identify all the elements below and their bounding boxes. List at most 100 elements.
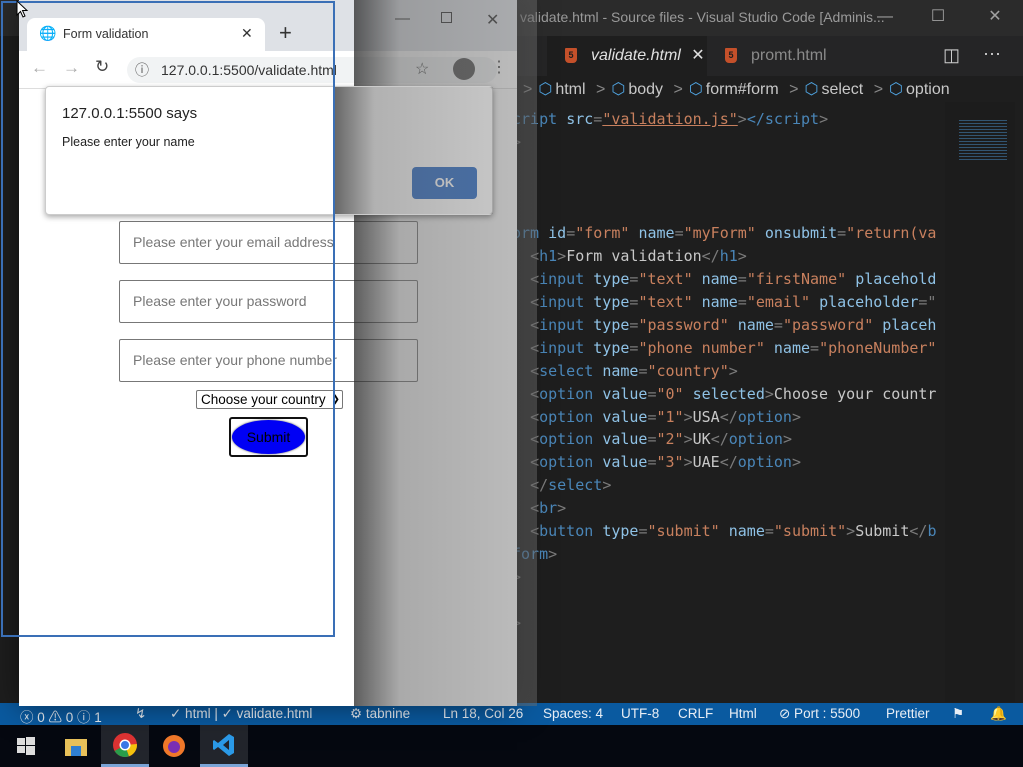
tab-label: promt.html xyxy=(751,47,827,64)
live-server-port[interactable]: ⊘ Port : 5500 xyxy=(779,706,860,722)
code-token: option xyxy=(737,453,792,472)
code-token: placeh xyxy=(882,316,937,335)
code-line: > xyxy=(512,612,942,635)
ok-button[interactable]: OK xyxy=(412,167,477,199)
html5-icon: 5 xyxy=(565,48,577,63)
code-token: </ xyxy=(701,247,720,266)
breadcrumb-item[interactable]: option xyxy=(906,81,950,98)
breadcrumb-item[interactable]: select xyxy=(821,81,863,98)
breadcrumb-item[interactable]: body xyxy=(628,81,663,98)
browser-tab[interactable]: 🌐 Form validation ✕ xyxy=(27,18,265,52)
dialog-message: Please enter your name xyxy=(62,135,195,149)
code-line: <option value="2">UK</option> xyxy=(512,428,942,451)
html-check-status[interactable]: ✓ html | ✓ validate.html xyxy=(170,706,312,722)
close-tab-icon[interactable]: ✕ xyxy=(241,25,253,42)
code-token: "1" xyxy=(656,407,684,426)
code-token: "return(va xyxy=(846,224,937,243)
code-token: type xyxy=(593,316,630,335)
code-token: name xyxy=(638,224,675,243)
info-icon[interactable]: ⓘ xyxy=(135,57,149,83)
close-tab-icon[interactable]: ✕ xyxy=(691,47,704,64)
language-mode[interactable]: Html xyxy=(729,706,757,721)
prettier-status[interactable]: Prettier xyxy=(886,706,930,721)
code-token: = xyxy=(647,453,657,472)
code-token: Form validation xyxy=(566,247,702,266)
problems-indicator[interactable]: ⓧ 0 ⚠ 0 ⓘ 1 xyxy=(20,706,102,726)
breadcrumb-item[interactable]: form#form xyxy=(706,81,779,98)
code-token: > xyxy=(557,499,567,518)
indentation[interactable]: Spaces: 4 xyxy=(543,706,603,721)
tab-title: Form validation xyxy=(63,27,149,41)
vscode-minimize-button[interactable]: — xyxy=(865,4,905,30)
code-token: > xyxy=(737,110,747,128)
code-token: = xyxy=(810,338,820,357)
code-line: <input type="text" name="firstName" plac… xyxy=(512,268,942,291)
code-token: input xyxy=(539,293,594,312)
code-token: type xyxy=(593,338,630,357)
reload-button[interactable]: ↻ xyxy=(95,57,109,77)
vscode-button[interactable] xyxy=(200,725,248,767)
code-token: "submit" xyxy=(773,522,847,541)
code-token: > xyxy=(791,453,801,472)
country-select-value: Choose your country xyxy=(201,392,326,407)
new-tab-button[interactable]: + xyxy=(279,22,292,44)
tab-validate-html[interactable]: 5 validate.html ✕ xyxy=(547,36,707,76)
code-line: <option value="0" selected>Choose your c… xyxy=(512,383,942,406)
vscode-maximize-button[interactable]: ☐ xyxy=(918,4,958,30)
submit-button[interactable]: Submit xyxy=(232,420,305,454)
code-token: </ xyxy=(719,453,738,472)
minimap[interactable] xyxy=(945,102,1015,702)
code-line: <input type="text" name="email" placehol… xyxy=(512,291,942,314)
country-select[interactable]: Choose your country ❯ xyxy=(196,390,343,409)
code-token: = xyxy=(773,316,783,335)
code-token: value xyxy=(602,407,648,426)
code-token: "password" xyxy=(638,316,738,335)
code-line: <h1>Form validation</h1> xyxy=(512,245,942,268)
file-explorer-button[interactable] xyxy=(52,725,100,767)
cursor-position[interactable]: Ln 18, Col 26 xyxy=(443,706,523,721)
code-token: option xyxy=(539,407,603,426)
code-token: option xyxy=(539,384,603,403)
code-token: type xyxy=(593,270,630,289)
code-token: placeholder xyxy=(819,293,919,312)
forward-button[interactable]: → xyxy=(63,58,80,78)
notifications-icon[interactable]: 🔔 xyxy=(990,706,1007,722)
code-token: "firstName" xyxy=(746,270,856,289)
tab-promt-html[interactable]: 5 promt.html xyxy=(707,36,857,76)
code-token: > xyxy=(683,430,693,449)
code-token: = xyxy=(647,407,657,426)
code-token: select xyxy=(539,361,603,380)
split-editor-icon[interactable]: ◫ xyxy=(943,45,960,66)
code-token: </script xyxy=(746,110,820,128)
start-button[interactable] xyxy=(2,725,50,767)
code-token: > xyxy=(557,247,567,266)
code-token: input xyxy=(539,338,594,357)
vscode-window-title: validate.html - Source files - Visual St… xyxy=(520,9,885,25)
code-token: > xyxy=(782,430,792,449)
code-line: <input type="password" name="password" p… xyxy=(512,314,942,337)
more-actions-icon[interactable]: ⋯ xyxy=(983,44,1001,65)
element-icon: ⬡ xyxy=(889,81,904,98)
feedback-icon[interactable]: ⚑ xyxy=(952,706,964,722)
code-editor[interactable]: cript src="validation.js"></script>> orm… xyxy=(512,108,942,634)
code-token: input xyxy=(539,270,594,289)
code-line: > xyxy=(512,566,942,589)
code-token: > xyxy=(819,110,829,128)
tabnine-status[interactable]: ⚙ tabnine xyxy=(350,706,410,722)
chrome-button[interactable] xyxy=(101,725,149,767)
code-token: "validation.js" xyxy=(602,110,738,128)
encoding[interactable]: UTF-8 xyxy=(621,706,659,721)
firefox-button[interactable] xyxy=(150,725,198,767)
alert-dialog: 127.0.0.1:5500 says Please enter your na… xyxy=(45,86,493,215)
code-token: > xyxy=(737,247,747,266)
back-button[interactable]: ← xyxy=(31,58,48,78)
end-of-line[interactable]: CRLF xyxy=(678,706,713,721)
lightning-icon[interactable]: ↯ xyxy=(135,706,146,722)
vscode-close-button[interactable]: ✕ xyxy=(975,4,1015,30)
code-token: value xyxy=(602,430,648,449)
code-token: b xyxy=(927,522,937,541)
breadcrumb-item[interactable]: html xyxy=(555,81,585,98)
